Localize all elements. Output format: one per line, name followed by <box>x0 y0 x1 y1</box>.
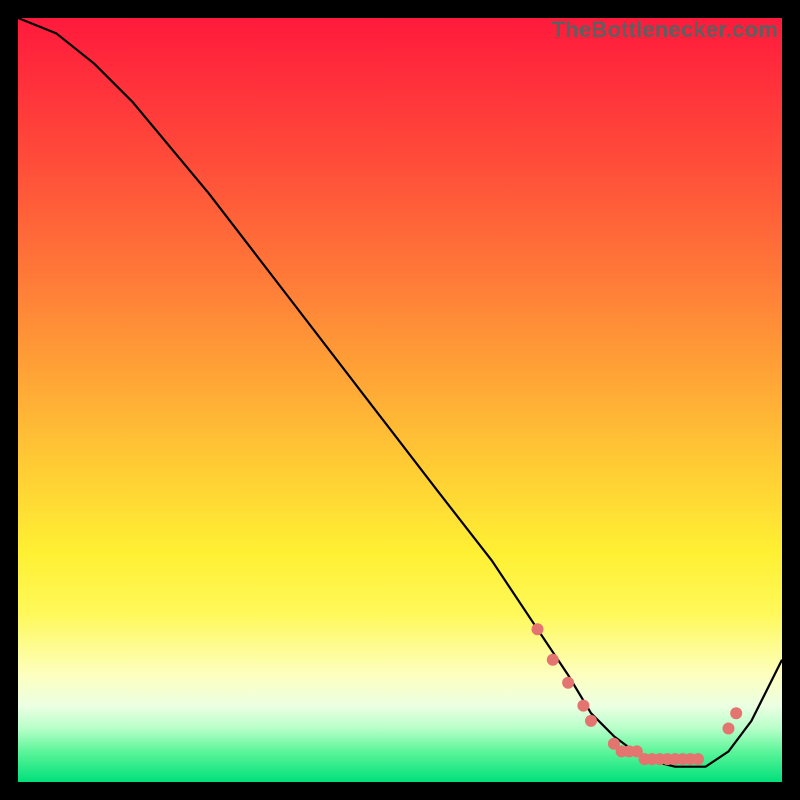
curve-marker <box>692 753 704 765</box>
curve-marker <box>730 707 742 719</box>
curve-marker <box>577 700 589 712</box>
curve-marker <box>547 654 559 666</box>
chart-svg <box>18 18 782 782</box>
curve-marker <box>723 723 735 735</box>
curve-marker <box>585 715 597 727</box>
curve-marker <box>562 677 574 689</box>
curve-marker <box>532 623 544 635</box>
watermark-text: TheBottlenecker.com <box>552 17 778 43</box>
bottleneck-curve <box>18 18 782 767</box>
curve-markers <box>532 623 743 765</box>
chart-frame: TheBottlenecker.com <box>18 18 782 782</box>
